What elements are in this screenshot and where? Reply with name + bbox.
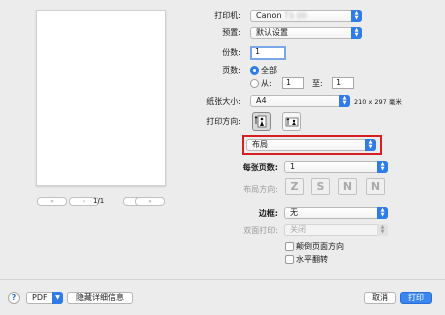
copies-label: 份数:: [222, 48, 241, 57]
chevron-updown-icon: ▲ ▼: [377, 161, 388, 173]
pages-range-radio[interactable]: [250, 79, 259, 88]
pages-per-sheet-popup[interactable]: 1 ▲ ▼: [284, 161, 388, 173]
printer-label: 打印机:: [214, 11, 241, 20]
previous-page-label: ‹: [82, 198, 86, 205]
last-page-button[interactable]: »: [135, 197, 165, 206]
pages-from-label: 从:: [261, 79, 272, 88]
chevron-updown-icon: ▲ ▼: [351, 27, 362, 39]
reverse-orientation-checkbox[interactable]: [285, 242, 294, 251]
layout-direction-n-glyph: N: [342, 180, 353, 193]
flip-horizontal-label: 水平翻转: [296, 255, 328, 264]
border-value: 无: [290, 208, 298, 217]
two-sided-popup[interactable]: 关闭 ▲ ▼: [284, 224, 388, 236]
first-page-button[interactable]: «: [37, 197, 67, 206]
hide-details-button[interactable]: 隐藏详细信息: [67, 292, 133, 304]
layout-direction-n-icon[interactable]: N: [338, 178, 357, 195]
chevron-updown-icon: ▲ ▼: [377, 224, 388, 236]
layout-direction-z-glyph: Z: [290, 180, 299, 193]
presets-popup[interactable]: 默认设置 ▲ ▼: [250, 27, 362, 39]
pdf-label: PDF: [32, 293, 48, 302]
cancel-button[interactable]: 取消: [364, 292, 396, 304]
chevron-updown-icon: ▲ ▼: [377, 207, 388, 219]
chevron-updown-icon: ▲ ▼: [365, 139, 376, 151]
presets-value: 默认设置: [256, 28, 288, 37]
pages-from-value: 1: [286, 78, 292, 87]
pages-all-radio[interactable]: [250, 66, 259, 75]
presets-label: 预置:: [222, 28, 241, 37]
portrait-icon: [254, 115, 267, 128]
section-value: 布局: [252, 140, 268, 149]
two-sided-label: 双面打印:: [243, 226, 278, 235]
paper-size-popup[interactable]: A4 ▲ ▼: [250, 95, 350, 107]
print-label: 打印: [408, 293, 424, 302]
footer-separator: [0, 279, 445, 280]
pdf-menu-button[interactable]: PDF ▼: [26, 292, 63, 304]
layout-direction-n-reverse-icon[interactable]: N: [366, 178, 385, 195]
copies-field[interactable]: 1: [250, 46, 286, 60]
pages-from-field[interactable]: 1: [282, 77, 304, 89]
pages-per-sheet-label: 每张页数:: [242, 163, 278, 172]
reverse-orientation-label: 颠倒页面方向: [296, 242, 344, 251]
chevron-updown-icon: ▲ ▼: [339, 95, 350, 107]
pages-per-sheet-value: 1: [290, 162, 296, 171]
page-indicator: 1/1: [93, 197, 105, 205]
two-sided-value: 关闭: [290, 225, 306, 234]
layout-direction-z-icon[interactable]: Z: [285, 178, 304, 195]
section-popup[interactable]: 布局 ▲ ▼: [246, 139, 376, 151]
orientation-portrait-button[interactable]: [252, 112, 271, 131]
landscape-icon: [285, 117, 299, 127]
orientation-landscape-button[interactable]: [282, 112, 301, 131]
pages-to-value: 1: [336, 78, 342, 87]
paper-size-label: 纸张大小:: [206, 97, 241, 106]
printer-popup[interactable]: Canon TS 00 ▲ ▼: [250, 10, 362, 22]
print-preview: [36, 10, 166, 186]
pages-to-label: 至:: [312, 79, 323, 88]
help-icon: ?: [11, 293, 17, 302]
copies-value: 1: [255, 47, 261, 56]
border-label: 边框:: [258, 209, 278, 218]
cancel-label: 取消: [372, 293, 388, 302]
chevron-updown-icon: ▲ ▼: [351, 10, 362, 22]
layout-direction-n-reverse-glyph: N: [370, 180, 381, 193]
paper-dimensions: 210 x 297 毫米: [354, 98, 402, 106]
pages-to-field[interactable]: 1: [332, 77, 354, 89]
orientation-label: 打印方向:: [206, 117, 241, 126]
pages-label: 页数:: [222, 66, 241, 75]
pages-all-label: 全部: [261, 66, 277, 75]
border-popup[interactable]: 无 ▲ ▼: [284, 207, 388, 219]
last-page-label: »: [148, 198, 152, 205]
hide-details-label: 隐藏详细信息: [76, 293, 124, 302]
help-button[interactable]: ?: [8, 292, 20, 304]
flip-horizontal-checkbox[interactable]: [285, 255, 294, 264]
first-page-label: «: [50, 198, 54, 205]
chevron-down-icon: ▼: [52, 292, 63, 304]
printer-value: Canon: [256, 11, 282, 20]
paper-size-value: A4: [256, 96, 267, 105]
print-button[interactable]: 打印: [400, 292, 432, 304]
layout-direction-label: 布局方向:: [243, 185, 278, 194]
layout-direction-s-icon[interactable]: S: [311, 178, 330, 195]
layout-direction-s-glyph: S: [316, 180, 325, 193]
printer-model-blurred: TS 00: [284, 11, 307, 20]
